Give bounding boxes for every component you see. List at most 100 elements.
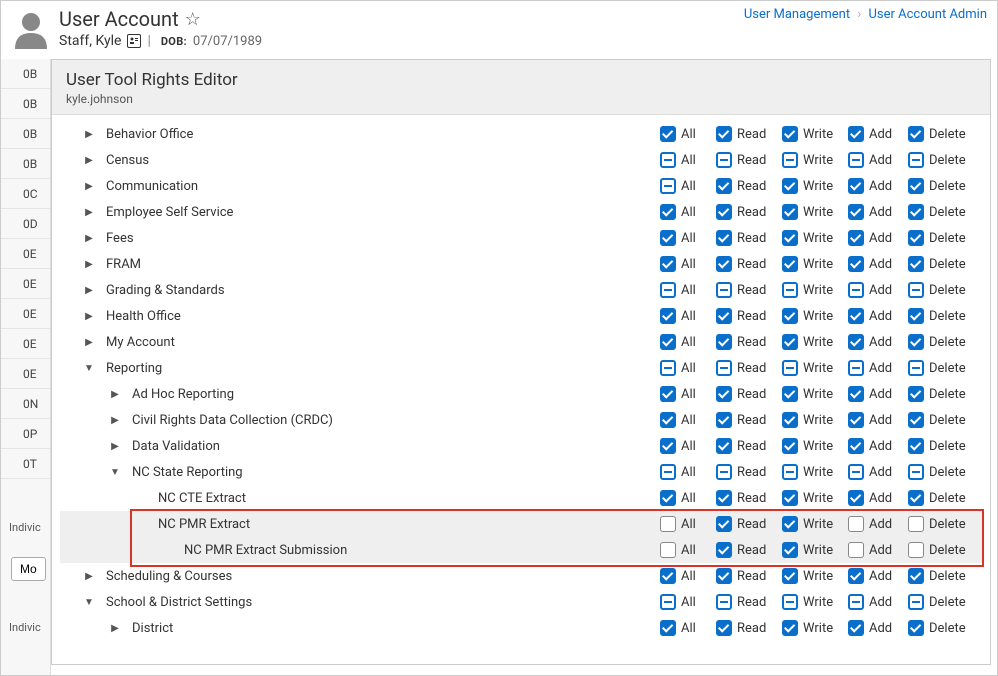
expand-icon[interactable]: ▶ <box>82 233 96 244</box>
checkbox-all[interactable] <box>660 386 676 402</box>
checkbox-add[interactable] <box>848 464 864 480</box>
expand-icon[interactable]: ▶ <box>82 571 96 582</box>
checkbox-add[interactable] <box>848 542 864 558</box>
checkbox-delete[interactable] <box>908 282 924 298</box>
checkbox-delete[interactable] <box>908 204 924 220</box>
tree-item-label[interactable]: Health Office <box>102 309 660 324</box>
checkbox-read[interactable] <box>716 412 732 428</box>
checkbox-write[interactable] <box>782 438 798 454</box>
checkbox-add[interactable] <box>848 334 864 350</box>
checkbox-delete[interactable] <box>908 620 924 636</box>
left-rail-item[interactable]: 0C <box>1 179 50 209</box>
checkbox-all[interactable] <box>660 152 676 168</box>
left-rail-item[interactable]: 0E <box>1 359 50 389</box>
tree-item-label[interactable]: Employee Self Service <box>102 205 660 220</box>
checkbox-delete[interactable] <box>908 438 924 454</box>
left-rail-button[interactable]: Mo <box>11 557 46 581</box>
favorite-star-icon[interactable]: ☆ <box>185 9 201 30</box>
checkbox-add[interactable] <box>848 256 864 272</box>
checkbox-read[interactable] <box>716 438 732 454</box>
checkbox-read[interactable] <box>716 516 732 532</box>
tree-item-label[interactable]: NC PMR Extract Submission <box>180 543 660 558</box>
checkbox-all[interactable] <box>660 464 676 480</box>
checkbox-write[interactable] <box>782 334 798 350</box>
checkbox-delete[interactable] <box>908 230 924 246</box>
checkbox-all[interactable] <box>660 412 676 428</box>
checkbox-add[interactable] <box>848 178 864 194</box>
checkbox-read[interactable] <box>716 178 732 194</box>
checkbox-add[interactable] <box>848 204 864 220</box>
expand-icon[interactable]: ▶ <box>82 311 96 322</box>
checkbox-read[interactable] <box>716 204 732 220</box>
tree-item-label[interactable]: Grading & Standards <box>102 283 660 298</box>
checkbox-write[interactable] <box>782 230 798 246</box>
checkbox-add[interactable] <box>848 386 864 402</box>
checkbox-write[interactable] <box>782 386 798 402</box>
tree-item-label[interactable]: District <box>128 621 660 636</box>
tree-item-label[interactable]: NC CTE Extract <box>154 491 660 506</box>
collapse-icon[interactable]: ▼ <box>82 597 96 608</box>
checkbox-read[interactable] <box>716 282 732 298</box>
left-rail-item[interactable]: 0E <box>1 239 50 269</box>
checkbox-delete[interactable] <box>908 594 924 610</box>
left-rail-item[interactable]: 0T <box>1 449 50 479</box>
checkbox-write[interactable] <box>782 516 798 532</box>
checkbox-add[interactable] <box>848 516 864 532</box>
left-rail-item[interactable]: 0B <box>1 149 50 179</box>
checkbox-delete[interactable] <box>908 178 924 194</box>
collapse-icon[interactable]: ▼ <box>82 363 96 374</box>
checkbox-add[interactable] <box>848 490 864 506</box>
tree-item-label[interactable]: School & District Settings <box>102 595 660 610</box>
checkbox-read[interactable] <box>716 230 732 246</box>
left-rail-item[interactable]: 0E <box>1 269 50 299</box>
left-rail-item[interactable]: 0B <box>1 89 50 119</box>
checkbox-read[interactable] <box>716 568 732 584</box>
checkbox-add[interactable] <box>848 620 864 636</box>
left-rail-item[interactable]: 0B <box>1 119 50 149</box>
checkbox-add[interactable] <box>848 126 864 142</box>
checkbox-write[interactable] <box>782 204 798 220</box>
expand-icon[interactable]: ▶ <box>108 623 122 634</box>
left-rail-item[interactable]: 0P <box>1 419 50 449</box>
checkbox-add[interactable] <box>848 282 864 298</box>
checkbox-write[interactable] <box>782 360 798 376</box>
checkbox-write[interactable] <box>782 152 798 168</box>
checkbox-all[interactable] <box>660 334 676 350</box>
checkbox-write[interactable] <box>782 542 798 558</box>
checkbox-read[interactable] <box>716 386 732 402</box>
checkbox-all[interactable] <box>660 516 676 532</box>
checkbox-write[interactable] <box>782 464 798 480</box>
checkbox-read[interactable] <box>716 126 732 142</box>
checkbox-all[interactable] <box>660 256 676 272</box>
checkbox-read[interactable] <box>716 334 732 350</box>
expand-icon[interactable]: ▶ <box>108 389 122 400</box>
checkbox-write[interactable] <box>782 178 798 194</box>
checkbox-read[interactable] <box>716 620 732 636</box>
expand-icon[interactable]: ▶ <box>82 155 96 166</box>
checkbox-all[interactable] <box>660 282 676 298</box>
tree-item-label[interactable]: NC State Reporting <box>128 465 660 480</box>
checkbox-delete[interactable] <box>908 334 924 350</box>
checkbox-add[interactable] <box>848 308 864 324</box>
checkbox-delete[interactable] <box>908 568 924 584</box>
expand-icon[interactable]: ▶ <box>108 415 122 426</box>
tree-item-label[interactable]: Fees <box>102 231 660 246</box>
tree-item-label[interactable]: Ad Hoc Reporting <box>128 387 660 402</box>
checkbox-write[interactable] <box>782 126 798 142</box>
checkbox-write[interactable] <box>782 308 798 324</box>
checkbox-read[interactable] <box>716 542 732 558</box>
checkbox-delete[interactable] <box>908 412 924 428</box>
checkbox-write[interactable] <box>782 256 798 272</box>
checkbox-write[interactable] <box>782 282 798 298</box>
left-rail-item[interactable]: 0N <box>1 389 50 419</box>
left-rail-item[interactable]: 0E <box>1 329 50 359</box>
checkbox-all[interactable] <box>660 568 676 584</box>
checkbox-write[interactable] <box>782 620 798 636</box>
breadcrumb-user-account-admin[interactable]: User Account Admin <box>868 7 987 22</box>
checkbox-read[interactable] <box>716 594 732 610</box>
checkbox-delete[interactable] <box>908 386 924 402</box>
checkbox-read[interactable] <box>716 256 732 272</box>
expand-icon[interactable]: ▶ <box>82 207 96 218</box>
checkbox-all[interactable] <box>660 308 676 324</box>
expand-icon[interactable]: ▶ <box>82 337 96 348</box>
